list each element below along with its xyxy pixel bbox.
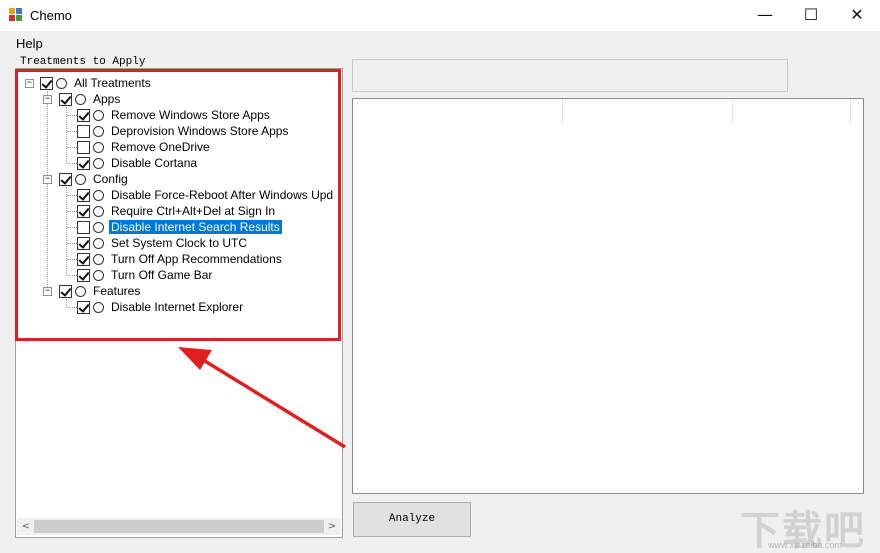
arrow-shaft: [199, 356, 346, 449]
annotation-arrow: [178, 347, 346, 449]
watermark-logo: 下载吧 www.xiazaiba.com: [740, 498, 870, 553]
watermark-url: www.xiazaiba.com: [768, 540, 843, 550]
arrow-head: [178, 347, 212, 370]
